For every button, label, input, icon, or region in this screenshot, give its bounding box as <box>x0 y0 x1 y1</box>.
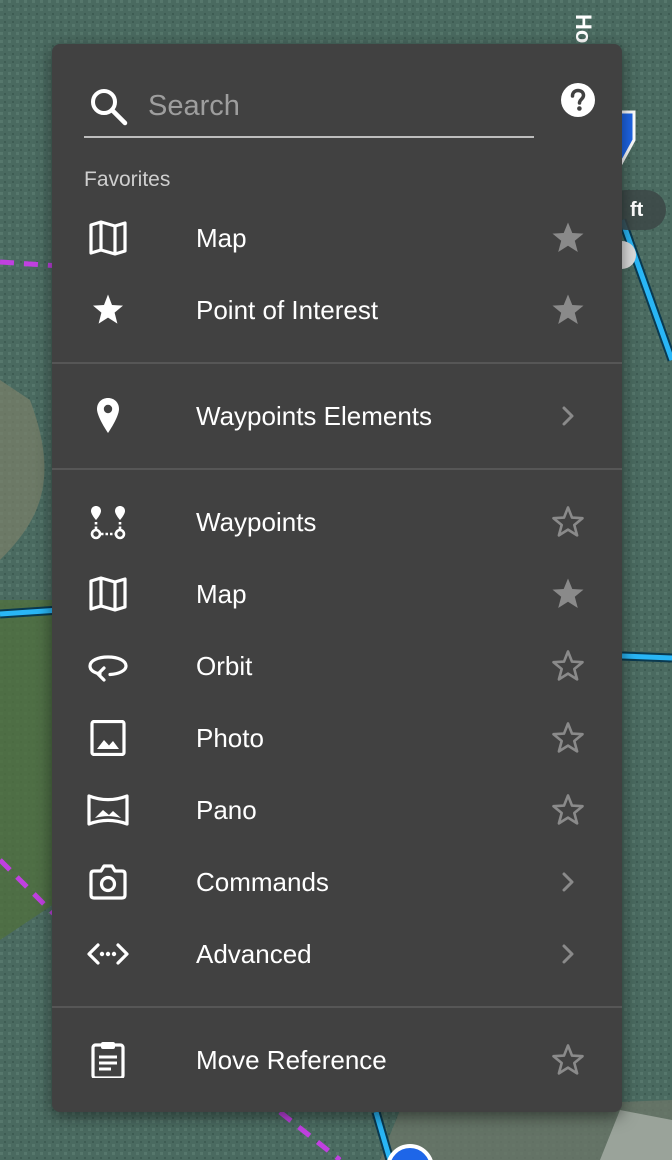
search-input[interactable] <box>148 84 528 128</box>
menu-item-advanced[interactable]: Advanced <box>52 918 622 990</box>
star-outline-icon[interactable] <box>550 1042 586 1078</box>
help-icon[interactable] <box>560 82 596 118</box>
star-filled-icon[interactable] <box>550 576 586 612</box>
favorite-item-point-of-interest[interactable]: Point of Interest <box>52 274 622 346</box>
add-element-menu: Favorites Map Point of Interest Waypoint… <box>52 44 622 1112</box>
menu-item-label: Waypoints <box>196 507 317 537</box>
favorites-heading: Favorites <box>84 168 171 191</box>
star-filled-icon[interactable] <box>550 220 586 256</box>
menu-item-waypoints[interactable]: Waypoints <box>52 486 622 558</box>
chevron-right-icon <box>562 872 574 892</box>
menu-item-label: Photo <box>196 723 264 753</box>
clipboard-icon <box>91 1042 125 1078</box>
map-route-label: Ho <box>571 14 596 44</box>
divider <box>52 1006 622 1008</box>
search-icon <box>91 89 128 126</box>
star-outline-icon[interactable] <box>550 504 586 540</box>
menu-item-move-reference[interactable]: Move Reference <box>52 1024 622 1096</box>
star-filled-icon[interactable] <box>550 292 586 328</box>
group-waypoints-elements[interactable]: Waypoints Elements <box>52 380 622 452</box>
menu-item-pano[interactable]: Pano <box>52 774 622 846</box>
divider <box>52 362 622 364</box>
orbit-icon <box>88 655 128 682</box>
menu-item-label: Orbit <box>196 651 253 681</box>
favorite-item-label: Point of Interest <box>196 295 379 325</box>
menu-item-label: Map <box>196 579 247 609</box>
menu-item-label: Pano <box>196 795 257 825</box>
group-label: Waypoints Elements <box>196 401 433 431</box>
star-outline-icon[interactable] <box>550 792 586 828</box>
menu-item-label: Commands <box>196 867 329 897</box>
star-outline-icon[interactable] <box>550 720 586 756</box>
star-icon <box>93 294 123 324</box>
map-icon <box>89 576 127 612</box>
menu-item-label: Advanced <box>196 939 312 969</box>
panorama-icon <box>87 794 129 826</box>
camera-icon <box>89 864 127 900</box>
code-arrows-icon <box>87 943 129 965</box>
menu-item-commands[interactable]: Commands <box>52 846 622 918</box>
star-outline-icon[interactable] <box>550 648 586 684</box>
location-pin-icon <box>97 398 119 433</box>
favorite-item-label: Map <box>196 223 247 253</box>
chevron-right-icon <box>562 406 574 426</box>
favorite-item-map[interactable]: Map <box>52 202 622 274</box>
menu-item-map[interactable]: Map <box>52 558 622 630</box>
divider <box>52 468 622 470</box>
chevron-right-icon <box>562 944 574 964</box>
photo-icon <box>90 720 126 756</box>
menu-item-label: Move Reference <box>196 1045 387 1075</box>
waypoints-icon <box>90 506 126 540</box>
search-bar[interactable] <box>84 80 534 138</box>
menu-item-photo[interactable]: Photo <box>52 702 622 774</box>
map-icon <box>89 220 127 256</box>
menu-item-orbit[interactable]: Orbit <box>52 630 622 702</box>
